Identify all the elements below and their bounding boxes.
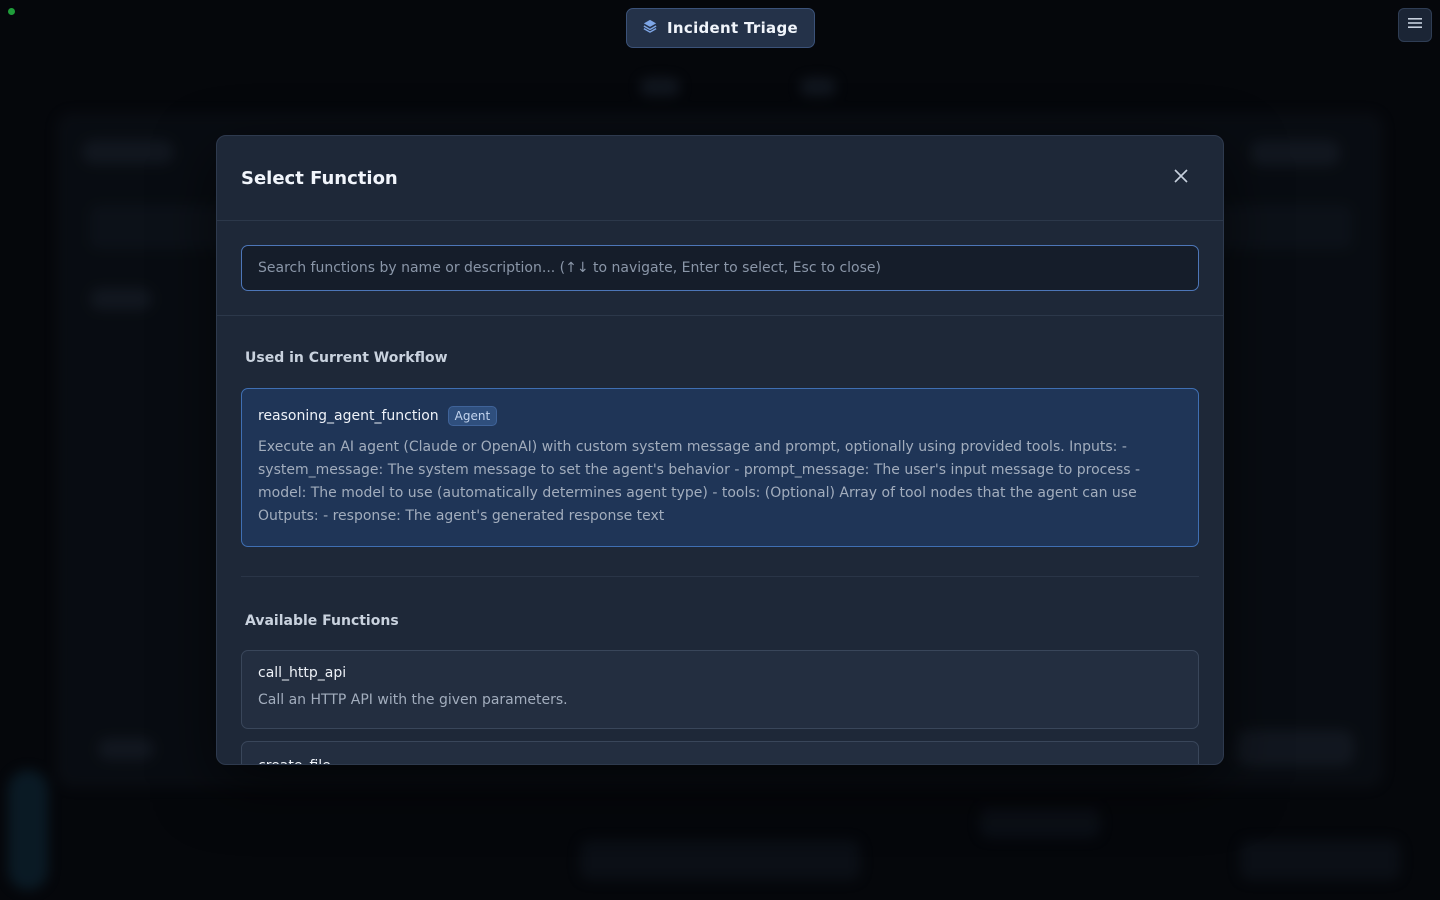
background-node [580, 840, 860, 880]
function-type-badge: Agent [447, 406, 498, 426]
function-name: create_file [258, 758, 331, 764]
background-node [1240, 840, 1400, 880]
function-name-row: call_http_api [258, 665, 1182, 681]
function-description: Execute an AI agent (Claude or OpenAI) w… [258, 439, 1141, 524]
close-icon [1173, 168, 1189, 188]
function-item-create-file[interactable]: create_file [241, 741, 1199, 764]
function-list[interactable]: Used in Current Workflow reasoning_agent… [217, 316, 1223, 764]
workflow-title-button[interactable]: Incident Triage [626, 8, 815, 48]
workflow-title-label: Incident Triage [667, 19, 798, 37]
background-pill [82, 140, 174, 164]
function-description: Call an HTTP API with the given paramete… [258, 692, 568, 708]
section-title-used: Used in Current Workflow [245, 350, 448, 366]
main-menu-button[interactable] [1398, 8, 1432, 42]
function-name-row: reasoning_agent_function Agent [258, 406, 1182, 426]
background-pill [90, 288, 152, 310]
section-title-available: Available Functions [245, 613, 399, 629]
select-function-dialog: Select Function Used in Current Workflow… [216, 135, 1224, 765]
function-item-reasoning-agent[interactable]: reasoning_agent_function Agent Execute a… [241, 388, 1199, 547]
app-canvas: Incident Triage Select Function Used in … [0, 0, 1440, 900]
layers-icon [643, 19, 657, 37]
hamburger-icon [1407, 15, 1423, 35]
background-glow [8, 770, 48, 890]
dialog-header: Select Function [217, 136, 1223, 221]
dialog-title: Select Function [241, 167, 398, 189]
background-pill [640, 78, 680, 96]
search-bar [217, 221, 1223, 316]
background-pill [1250, 140, 1340, 166]
close-button[interactable] [1166, 163, 1196, 193]
background-pill [98, 738, 154, 760]
background-node [980, 808, 1100, 838]
background-pill [1236, 730, 1354, 766]
function-search-input[interactable] [241, 245, 1199, 291]
connection-status-dot [8, 8, 15, 15]
function-name-row: create_file [258, 758, 1182, 764]
background-pill [800, 78, 836, 96]
function-name: reasoning_agent_function [258, 408, 439, 424]
function-name: call_http_api [258, 665, 347, 681]
function-item-call-http-api[interactable]: call_http_api Call an HTTP API with the … [241, 650, 1199, 729]
